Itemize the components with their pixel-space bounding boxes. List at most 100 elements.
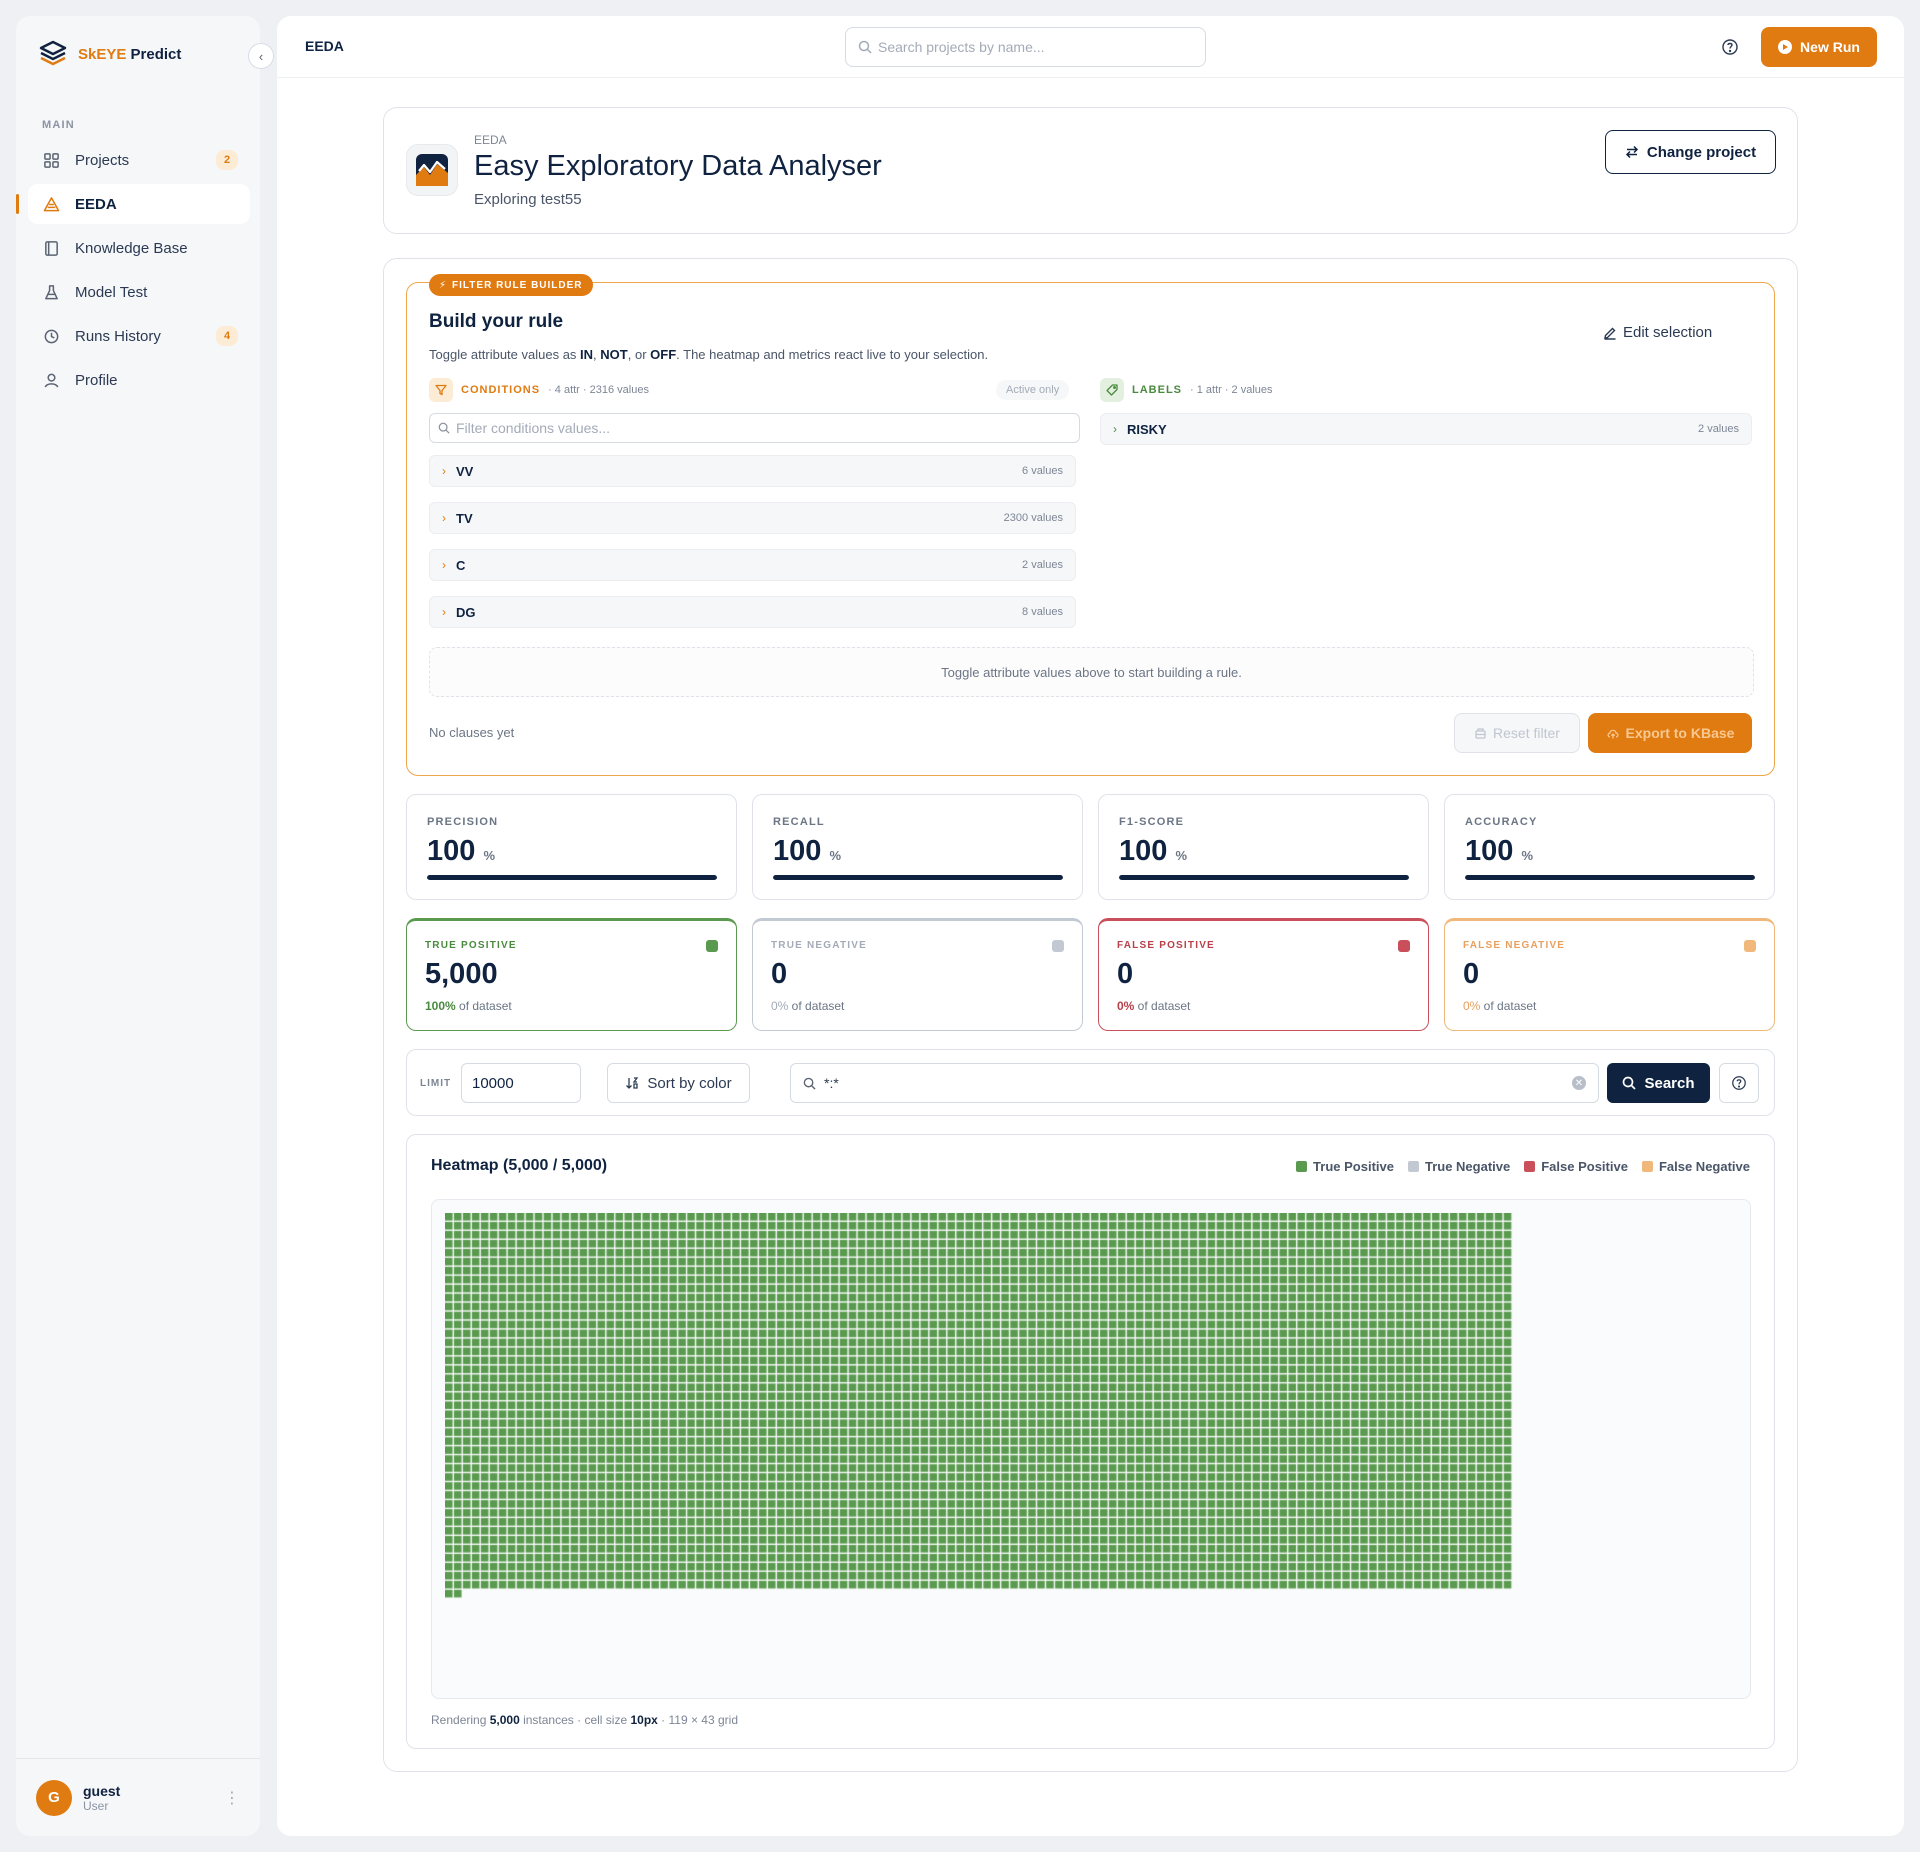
query-help-button[interactable] — [1719, 1063, 1759, 1103]
sidebar-item-label: Profile — [75, 371, 118, 389]
heatmap-legend: True Positive True Negative False Positi… — [1296, 1159, 1750, 1174]
clear-icon[interactable]: ✕ — [1572, 1076, 1586, 1090]
export-to-kbase-button[interactable]: Export to KBase — [1588, 713, 1752, 753]
brand[interactable]: SkEYE Predict — [38, 38, 181, 70]
project-header-card: EEDA Easy Exploratory Data Analyser Expl… — [383, 107, 1798, 234]
chevron-right-icon: › — [442, 464, 446, 478]
clause-status: No clauses yet — [429, 725, 515, 740]
legend-swatch — [1524, 1161, 1536, 1172]
condition-row-tv[interactable]: › TV 2300 values — [429, 502, 1076, 534]
cloud-upload-icon — [1607, 729, 1619, 739]
legend-swatch — [1407, 1161, 1419, 1172]
new-run-label: New Run — [1800, 39, 1860, 55]
false-positive-card[interactable]: FALSE POSITIVE 0 0% of dataset — [1098, 918, 1429, 1031]
help-icon[interactable] — [1721, 38, 1739, 56]
rule-description: Toggle attribute values as IN, NOT, or O… — [429, 347, 989, 362]
flask-icon — [42, 283, 60, 301]
chevron-right-icon: › — [1113, 422, 1117, 436]
collapse-sidebar-button[interactable]: ‹ — [248, 43, 274, 69]
metric-precision: PRECISION 100 % — [406, 794, 737, 900]
edit-selection-button[interactable]: Edit selection — [1603, 324, 1712, 341]
user-profile[interactable]: G guest User ⋮ — [16, 1758, 260, 1836]
sort-icon — [626, 1077, 639, 1089]
reset-filter-button[interactable]: Reset filter — [1454, 713, 1580, 753]
search-icon — [803, 1077, 816, 1090]
count-badge: 4 — [216, 326, 238, 346]
filter-rule-builder: ⚡ FILTER RULE BUILDER Build your rule Tog… — [406, 274, 1775, 776]
project-search-input[interactable]: Search projects by name... — [845, 27, 1206, 67]
user-name: guest — [83, 1782, 121, 1799]
sidebar-item-profile[interactable]: Profile — [28, 360, 250, 400]
more-vertical-icon[interactable]: ⋮ — [224, 1788, 240, 1808]
condition-row-dg[interactable]: › DG 8 values — [429, 596, 1076, 628]
chevron-right-icon: › — [442, 558, 446, 572]
conditions-header: CONDITIONS · 4 attr · 2316 values — [429, 378, 649, 402]
page-title: Easy Exploratory Data Analyser — [474, 150, 882, 182]
sidebar-item-model-test[interactable]: Model Test — [28, 272, 250, 312]
heatmap-frame — [431, 1199, 1751, 1699]
help-icon — [1732, 1076, 1746, 1090]
section-label: MAIN — [42, 119, 75, 131]
rule-title: Build your rule — [429, 311, 564, 332]
search-icon — [1623, 1076, 1637, 1090]
search-icon — [438, 422, 450, 434]
pencil-icon — [1604, 327, 1616, 340]
swap-icon — [1625, 145, 1638, 159]
book-icon — [42, 239, 60, 257]
legend-item: False Positive — [1524, 1159, 1628, 1174]
breadcrumb: EEDA — [305, 38, 344, 54]
condition-row-c[interactable]: › C 2 values — [429, 549, 1076, 581]
color-swatch — [1398, 940, 1410, 952]
sidebar-item-projects[interactable]: Projects 2 — [28, 140, 250, 180]
query-input[interactable]: *:* ✕ — [790, 1063, 1599, 1103]
history-icon — [42, 327, 60, 345]
label-row-risky[interactable]: › RISKY 2 values — [1100, 413, 1752, 445]
sidebar-nav: Projects 2 EEDA Knowledge Base Model Tes… — [16, 140, 250, 404]
color-swatch — [1744, 940, 1756, 952]
progress-fill — [427, 875, 717, 880]
project-logo-icon — [406, 144, 458, 196]
legend-item: False Negative — [1641, 1159, 1750, 1174]
chevron-right-icon: › — [442, 511, 446, 525]
progress-fill — [1465, 875, 1755, 880]
sidebar: SkEYE Predict ‹ MAIN Projects 2 EEDA Kno… — [16, 16, 274, 1836]
brand-name: SkEYE Predict — [78, 45, 182, 63]
search-button[interactable]: Search — [1607, 1063, 1710, 1103]
project-subtitle: Exploring test55 — [474, 191, 582, 208]
true-negative-card[interactable]: TRUE NEGATIVE 0 0% of dataset — [752, 918, 1083, 1031]
false-negative-card[interactable]: FALSE NEGATIVE 0 0% of dataset — [1444, 918, 1775, 1031]
heatmap-grid[interactable] — [445, 1213, 1750, 1693]
search-placeholder: Search projects by name... — [878, 39, 1045, 55]
heatmap-footer: Rendering 5,000 instances · cell size 10… — [431, 1713, 738, 1727]
user-icon — [42, 371, 60, 389]
user-role: User — [83, 1798, 109, 1813]
change-project-label: Change project — [1646, 143, 1757, 161]
progress-fill — [1119, 875, 1409, 880]
labels-header: LABELS · 1 attr · 2 values — [1100, 378, 1273, 402]
sidebar-item-knowledge-base[interactable]: Knowledge Base — [28, 228, 250, 268]
true-positive-card[interactable]: TRUE POSITIVE 5,000 100% of dataset — [406, 918, 737, 1031]
change-project-button[interactable]: Change project — [1605, 130, 1776, 174]
query-toolbar: LIMIT 10000 Sort by color *:* ✕ Search — [406, 1049, 1775, 1116]
color-swatch — [1052, 940, 1064, 952]
conditions-filter-input[interactable]: Filter conditions values... — [429, 413, 1080, 443]
active-only-toggle[interactable]: Active only — [996, 380, 1070, 400]
new-run-button[interactable]: New Run — [1761, 27, 1877, 67]
metric-f1-score: F1-SCORE 100 % — [1098, 794, 1429, 900]
topbar: EEDA Search projects by name... New Run — [277, 16, 1904, 78]
brand-logo-icon — [39, 40, 67, 66]
condition-row-vv[interactable]: › VV 6 values — [429, 455, 1076, 487]
progress-bar — [427, 875, 717, 880]
limit-input[interactable]: 10000 — [461, 1063, 581, 1103]
sort-by-color-button[interactable]: Sort by color — [607, 1063, 750, 1103]
sidebar-item-label: Runs History — [75, 327, 161, 345]
progress-bar — [1465, 875, 1755, 880]
sidebar-item-runs-history[interactable]: Runs History 4 — [28, 316, 250, 356]
lightning-icon: ⚡ — [439, 279, 448, 291]
sidebar-item-label: Model Test — [75, 283, 148, 301]
legend-swatch — [1641, 1161, 1653, 1172]
chevron-right-icon: › — [442, 605, 446, 619]
funnel-icon — [429, 378, 453, 402]
color-swatch — [706, 940, 718, 952]
sidebar-item-eeda[interactable]: EEDA — [16, 184, 250, 224]
